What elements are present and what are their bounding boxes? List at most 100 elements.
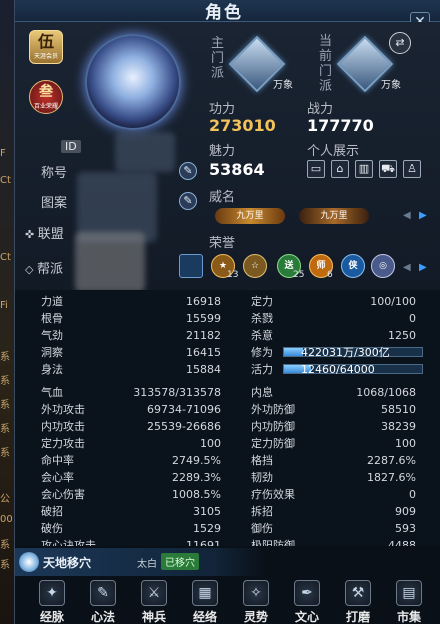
attribute-value: 1250 bbox=[388, 329, 416, 342]
prev-arrow-icon[interactable]: ◀ bbox=[403, 262, 411, 273]
side-text: 系 bbox=[0, 400, 10, 411]
combat-stat-value: 69734-71096 bbox=[147, 403, 221, 416]
alliance-icon: ✜ bbox=[25, 228, 38, 241]
next-arrow-icon[interactable]: ▶ bbox=[419, 210, 427, 221]
combat-stat-value: 58510 bbox=[381, 403, 416, 416]
attribute-value: 15599 bbox=[186, 312, 221, 325]
combat-stat-value: 593 bbox=[395, 522, 416, 535]
next-arrow-icon[interactable]: ▶ bbox=[419, 262, 427, 273]
tab-label: 神兵 bbox=[141, 610, 166, 624]
honor-count: 13 bbox=[227, 270, 239, 280]
faction-label[interactable]: ◇ 帮派 bbox=[25, 258, 63, 277]
honor-badge-medal-icon[interactable]: ◎ bbox=[371, 254, 395, 278]
tab-label: 市集 bbox=[396, 610, 421, 624]
combat-stat-value: 3105 bbox=[193, 505, 221, 518]
attribute-value: 100/100 bbox=[370, 295, 416, 308]
tab-4[interactable]: ✧ 灵势 bbox=[233, 580, 279, 624]
side-text: Fi bbox=[0, 300, 8, 311]
honor-badge-shield-icon[interactable] bbox=[179, 254, 203, 278]
footer: 天地移穴 太白 已移穴 ✦ 经脉 ✎ 心法 ⚔ 神兵 ▦ 经络 ✧ 灵势 ✒ 文心 ⚒ 打磨 ▤ 市集 bbox=[15, 546, 440, 624]
side-text: 系 bbox=[0, 540, 10, 551]
tab-label: 文心 bbox=[294, 610, 319, 624]
tab-icon: ✎ bbox=[90, 580, 116, 606]
tab-icon: ✦ bbox=[39, 580, 65, 606]
display-card-icon[interactable]: ▭ bbox=[307, 160, 325, 178]
combat-stat-value: 100 bbox=[395, 437, 416, 450]
side-text: 系 bbox=[0, 376, 10, 387]
combat-stat-value: 1529 bbox=[193, 522, 221, 535]
tab-6[interactable]: ⚒ 打磨 bbox=[335, 580, 381, 624]
honor-badge-star-outline-icon[interactable]: ☆ bbox=[243, 254, 267, 278]
tab-2[interactable]: ⚔ 神兵 bbox=[131, 580, 177, 624]
tab-label: 灵势 bbox=[243, 610, 268, 624]
side-text: 系 bbox=[0, 448, 10, 459]
display-outfit-icon[interactable]: ♙ bbox=[403, 160, 421, 178]
combat-stat-value: 100 bbox=[200, 437, 221, 450]
cultivation-value: 422031万/300亿 bbox=[301, 346, 390, 359]
attribute-value: 16415 bbox=[186, 346, 221, 359]
display-house-icon[interactable]: ⌂ bbox=[331, 160, 349, 178]
tab-3[interactable]: ▦ 经络 bbox=[182, 580, 228, 624]
skill-bar[interactable]: 天地移穴 太白 已移穴 bbox=[15, 548, 265, 576]
attribute-value: 16918 bbox=[186, 295, 221, 308]
edit-pattern-icon[interactable]: ✎ bbox=[179, 192, 197, 210]
tab-7[interactable]: ▤ 市集 bbox=[386, 580, 432, 624]
combat-stat-value: 2287.6% bbox=[367, 454, 416, 467]
prev-arrow-icon[interactable]: ◀ bbox=[403, 210, 411, 221]
side-text: 00 bbox=[0, 514, 13, 525]
combat-stat-value: 1068/1068 bbox=[356, 386, 416, 399]
blurred-region bbox=[115, 132, 175, 172]
alliance-label[interactable]: ✜ 联盟 bbox=[25, 223, 64, 242]
combat-stat-value: 909 bbox=[395, 505, 416, 518]
honor-badge-hero-icon[interactable]: 侠 bbox=[341, 254, 365, 278]
tab-label: 经络 bbox=[192, 610, 217, 624]
skill-status-badge: 已移穴 bbox=[161, 553, 199, 570]
tab-5[interactable]: ✒ 文心 bbox=[284, 580, 330, 624]
attributes-panel: 修为 422031万/300亿 活力 12460/64000 力道 16918 根骨… bbox=[15, 290, 440, 586]
faction-icon: ◇ bbox=[25, 263, 37, 276]
skill-icon bbox=[19, 552, 39, 572]
badge-label: 百业荣耀 bbox=[33, 103, 58, 110]
character-window: 角色 ✕ 伍 天涯会员 叁 百业荣耀 ID 称号 ✎ 图案 ✎ ✜ 联盟 ◇ 帮… bbox=[14, 0, 440, 624]
honor-label: 荣誉 bbox=[209, 236, 236, 251]
attribute-value: 15884 bbox=[186, 363, 221, 376]
tab-1[interactable]: ✎ 心法 bbox=[80, 580, 126, 624]
charm-value: 53864 bbox=[209, 160, 265, 179]
badge-label: 天涯会员 bbox=[33, 53, 58, 60]
pattern-label: 图案 bbox=[41, 196, 68, 211]
display-car-icon[interactable]: ⛟ bbox=[379, 160, 397, 178]
power-value: 273010 bbox=[209, 116, 276, 135]
combat-stat-value: 1827.6% bbox=[367, 471, 416, 484]
badge-rank: 伍 bbox=[37, 32, 54, 51]
tab-label: 经脉 bbox=[39, 610, 64, 624]
combat-label: 战力 bbox=[307, 102, 334, 117]
tab-icon: ⚒ bbox=[345, 580, 371, 606]
avatar[interactable] bbox=[85, 34, 181, 130]
combat-stat-value: 0 bbox=[409, 488, 416, 501]
main-sect-name: 万象 bbox=[273, 80, 293, 91]
honor-seal-badge[interactable]: 叁 百业荣耀 bbox=[29, 80, 63, 114]
tab-0[interactable]: ✦ 经脉 bbox=[29, 580, 75, 624]
id-label[interactable]: ID bbox=[61, 140, 81, 153]
swap-sect-icon[interactable]: ⇄ bbox=[389, 32, 411, 54]
edit-title-icon[interactable]: ✎ bbox=[179, 162, 197, 180]
tab-icon: ✧ bbox=[243, 580, 269, 606]
current-sect-name: 万象 bbox=[381, 80, 401, 91]
side-text: 系 bbox=[0, 424, 10, 435]
tab-icon: ✒ bbox=[294, 580, 320, 606]
side-text: Ct bbox=[0, 175, 11, 186]
tab-label: 打磨 bbox=[345, 610, 370, 624]
membership-badge[interactable]: 伍 天涯会员 bbox=[29, 30, 63, 64]
profile-panel: 伍 天涯会员 叁 百业荣耀 ID 称号 ✎ 图案 ✎ ✜ 联盟 ◇ 帮派 主门派… bbox=[15, 22, 440, 292]
skill-level: 太白 bbox=[137, 559, 157, 570]
vitality-value: 12460/64000 bbox=[301, 363, 375, 376]
current-sect-label: 当前门派 bbox=[319, 34, 333, 94]
display-chart-icon[interactable]: ▥ bbox=[355, 160, 373, 178]
fame-banner[interactable]: 九万里 bbox=[299, 208, 369, 224]
fame-banner[interactable]: 九万里 bbox=[215, 208, 285, 224]
tab-icon: ⚔ bbox=[141, 580, 167, 606]
combat-stat-value: 313578/313578 bbox=[133, 386, 221, 399]
tab-icon: ▤ bbox=[396, 580, 422, 606]
combat-stat-value: 1008.5% bbox=[172, 488, 221, 501]
honor-count: 6 bbox=[327, 270, 333, 280]
